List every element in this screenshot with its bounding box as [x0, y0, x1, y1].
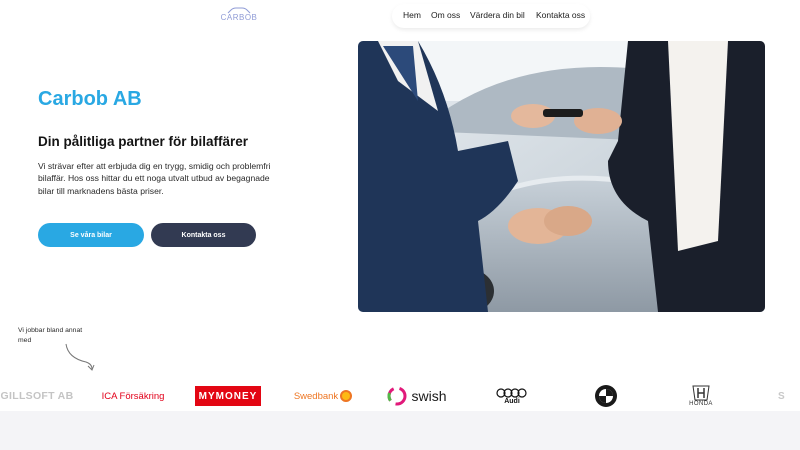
- mymoney-logo-text: MYMONEY: [195, 386, 261, 406]
- cut-off-logo: S: [778, 390, 785, 402]
- hero-title: Carbob AB: [38, 88, 142, 110]
- swish-logo-text: swish: [411, 388, 447, 404]
- partner-logos: GILLSOFT AB ICA Försäkring MYMONEY Swedb…: [0, 376, 800, 416]
- site-header: CARBOB Hem Om oss Värdera din bil Kontak…: [0, 0, 800, 34]
- curved-arrow-icon: [65, 343, 95, 371]
- hero-subtitle: Din pålitliga partner för bilaffärer: [38, 134, 249, 149]
- nav-valuate-car[interactable]: Värdera din bil: [470, 10, 525, 20]
- swedbank-oak-icon: [340, 390, 353, 402]
- mymoney-logo: MYMONEY: [195, 376, 261, 416]
- see-cars-button[interactable]: Se våra bilar: [38, 223, 144, 247]
- honda-logo-text: HONDA: [689, 401, 713, 407]
- main-nav: Hem Om oss Värdera din bil Kontakta oss: [392, 4, 590, 28]
- audi-rings-icon: [496, 387, 527, 398]
- hero-description: Vi strävar efter att erbjuda dig en tryg…: [38, 161, 271, 196]
- bmw-logo: [592, 376, 620, 416]
- footer-band: [0, 411, 800, 450]
- audi-logo-text: Audi: [504, 397, 520, 405]
- honda-h-icon: [692, 385, 710, 401]
- nav-contact[interactable]: Kontakta oss: [536, 10, 585, 20]
- nav-about[interactable]: Om oss: [431, 10, 460, 20]
- audi-logo: Audi: [495, 376, 529, 416]
- carbob-logo[interactable]: CARBOB: [218, 7, 260, 23]
- hero-handshake-image: [358, 41, 765, 312]
- swedbank-logo-text: Swedbank: [293, 390, 339, 402]
- contact-button[interactable]: Kontakta oss: [151, 223, 256, 247]
- nav-home[interactable]: Hem: [403, 10, 421, 20]
- swedbank-logo: Swedbank: [290, 376, 356, 416]
- gillsoft-logo: GILLSOFT AB: [0, 390, 74, 402]
- swish-logo: swish: [382, 376, 452, 416]
- bmw-roundel-icon: [595, 385, 617, 407]
- swish-icon: [387, 386, 407, 406]
- logo-text: CARBOB: [220, 13, 258, 22]
- ica-forsakring-logo: ICA Försäkring: [101, 390, 165, 402]
- honda-logo: HONDA: [682, 376, 720, 416]
